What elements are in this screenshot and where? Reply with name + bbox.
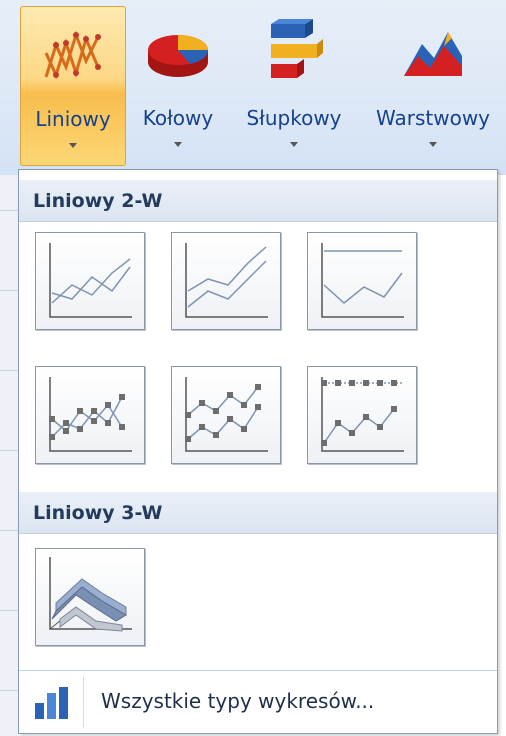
gallery-item-3d-line[interactable] bbox=[35, 548, 145, 646]
gridline bbox=[0, 610, 18, 611]
gridline bbox=[0, 690, 18, 691]
line-chart-label: Liniowy bbox=[35, 107, 111, 131]
gridline bbox=[0, 530, 18, 531]
all-chart-types-label: Wszystkie typy wykresów... bbox=[101, 689, 375, 713]
gridline bbox=[0, 370, 18, 371]
stacked-line-thumbnail-icon bbox=[185, 243, 268, 318]
line-chart-button[interactable]: Liniowy bbox=[20, 6, 126, 166]
separator bbox=[83, 677, 84, 727]
chevron-down-icon bbox=[429, 142, 437, 147]
pie-chart-label: Kołowy bbox=[142, 106, 214, 130]
bar-chart-button[interactable]: Słupkowy bbox=[230, 6, 358, 166]
100-stacked-line-markers-thumbnail-icon bbox=[321, 377, 404, 452]
gallery-item-stacked-line-markers[interactable] bbox=[171, 366, 281, 464]
section-header-2d: Liniowy 2-W bbox=[19, 180, 497, 222]
gridline bbox=[0, 210, 18, 211]
line-chart-thumbnail-icon bbox=[49, 243, 132, 318]
chevron-down-icon bbox=[290, 142, 298, 147]
bar-chart-label: Słupkowy bbox=[246, 106, 342, 130]
line-chart-icon bbox=[44, 30, 101, 80]
gridline bbox=[0, 290, 18, 291]
3d-line-thumbnail-icon bbox=[49, 557, 132, 632]
line-markers-thumbnail-icon bbox=[49, 377, 132, 452]
all-chart-types-item[interactable]: Wszystkie typy wykresów... bbox=[19, 670, 497, 733]
area-chart-icon bbox=[404, 32, 462, 76]
gallery-item-line-markers[interactable] bbox=[35, 366, 145, 464]
bar-chart-icon bbox=[271, 19, 323, 78]
area-chart-label: Warstwowy bbox=[375, 106, 491, 130]
chevron-down-icon bbox=[174, 142, 182, 147]
line-chart-dropdown: Liniowy 2-W Liniowy 3-W Wszystkie typy w… bbox=[18, 169, 498, 734]
gallery-item-100-stacked-line-markers[interactable] bbox=[307, 366, 417, 464]
gridline bbox=[0, 450, 18, 451]
gallery-item-100-stacked-line[interactable] bbox=[307, 232, 417, 330]
bar-chart-icon bbox=[35, 687, 68, 719]
section-header-3d: Liniowy 3-W bbox=[19, 492, 497, 534]
area-chart-button[interactable]: Warstwowy bbox=[360, 6, 506, 166]
worksheet-background bbox=[0, 175, 18, 736]
pie-chart-icon bbox=[148, 35, 209, 77]
chevron-down-icon bbox=[69, 143, 77, 148]
stacked-line-markers-thumbnail-icon bbox=[185, 377, 268, 452]
100-stacked-line-thumbnail-icon bbox=[321, 243, 404, 318]
gallery-item-stacked-line[interactable] bbox=[171, 232, 281, 330]
pie-chart-button[interactable]: Kołowy bbox=[128, 6, 228, 166]
gallery-item-line[interactable] bbox=[35, 232, 145, 330]
